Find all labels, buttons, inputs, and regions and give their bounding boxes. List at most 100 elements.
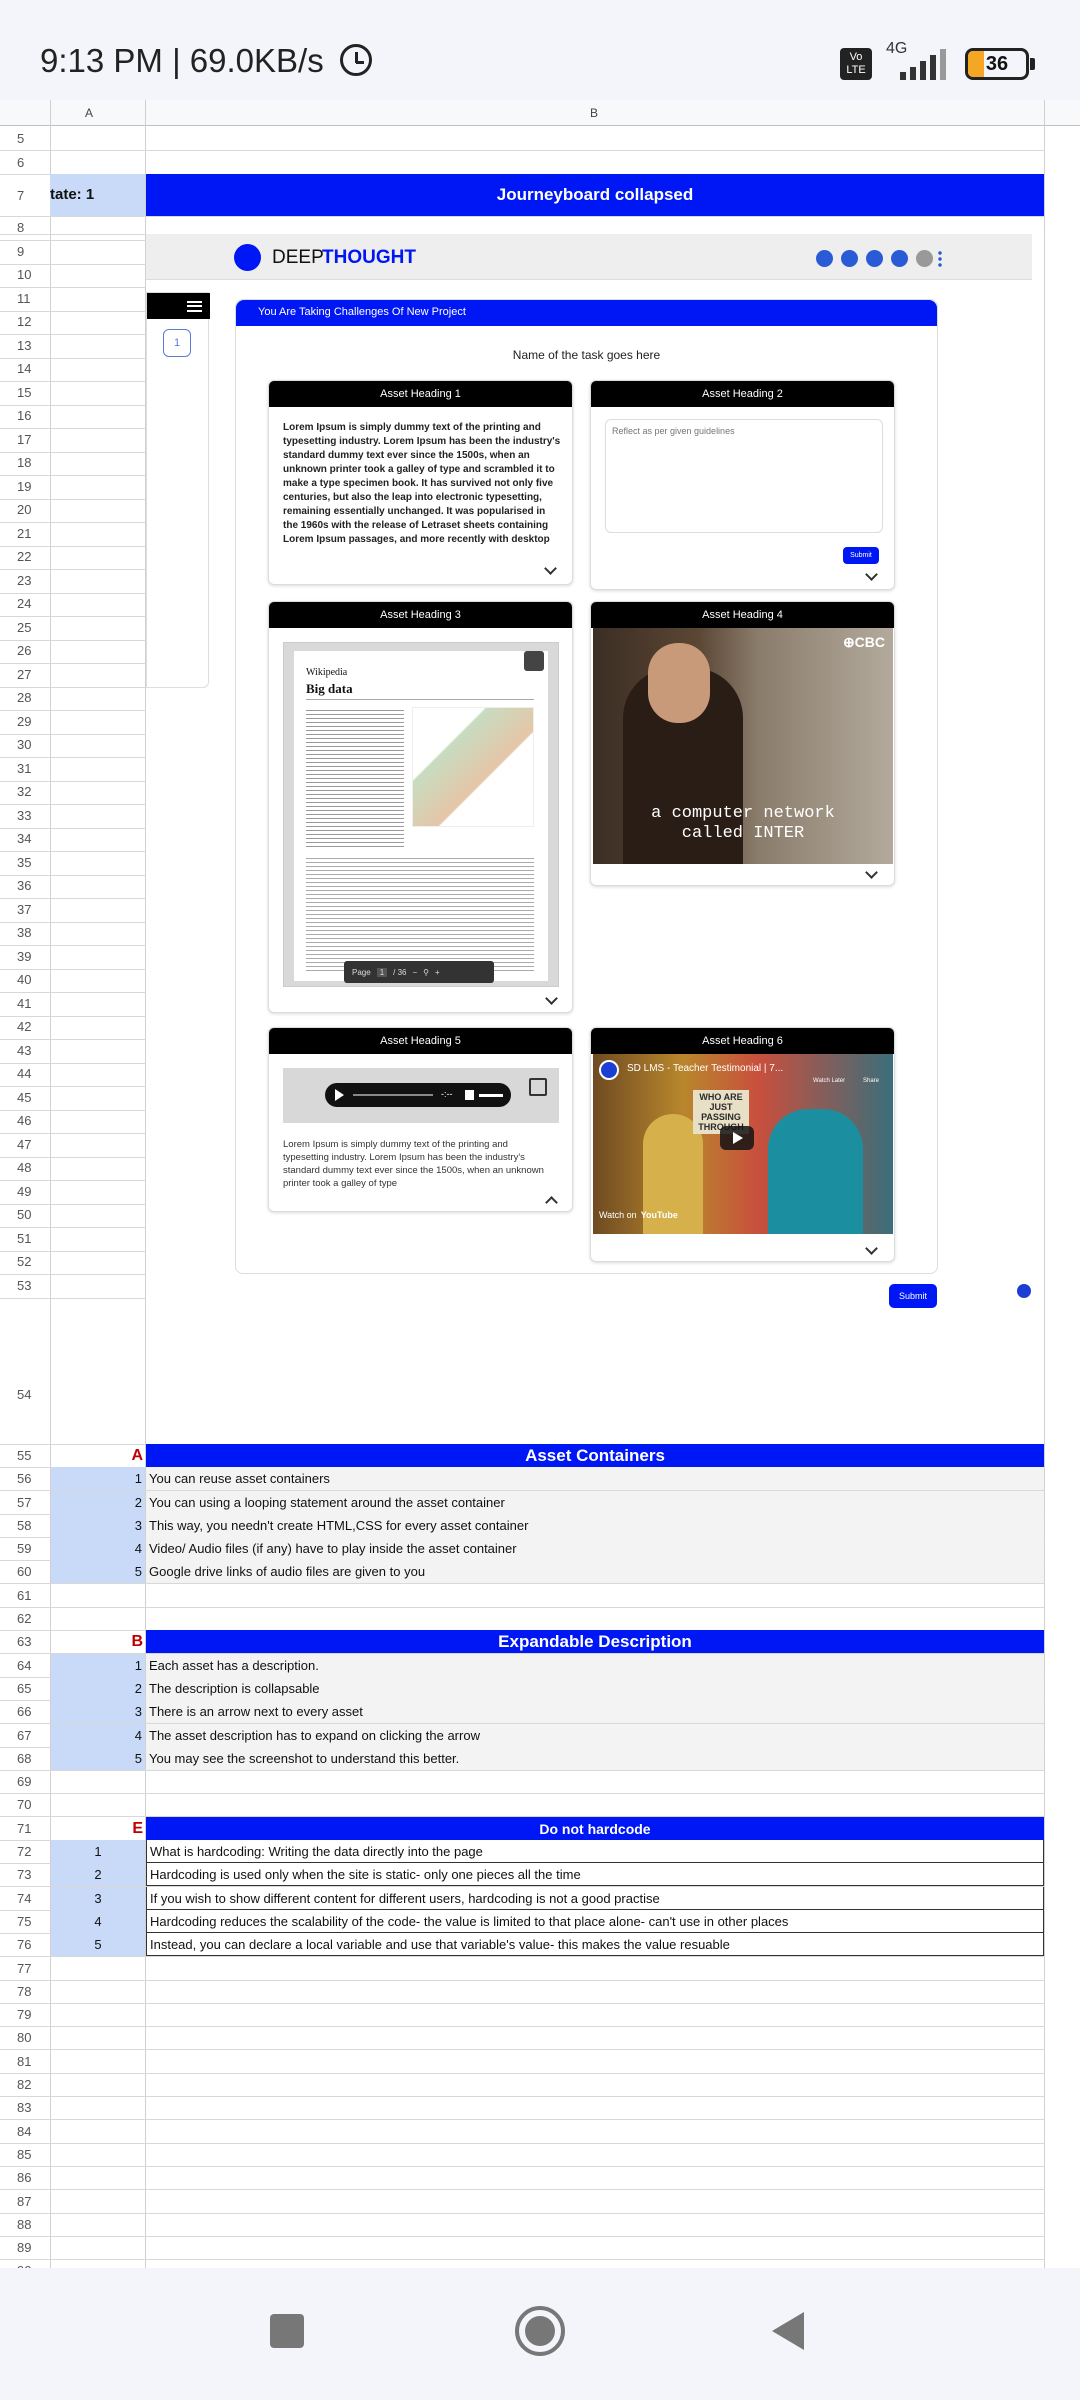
row-number[interactable]: 59	[0, 1537, 50, 1560]
row-number[interactable]: 67	[0, 1724, 50, 1747]
recents-button[interactable]	[270, 2314, 304, 2348]
item-number-cell[interactable]: 4	[51, 1910, 145, 1934]
row-number[interactable]: 5	[0, 126, 50, 150]
watch-on-youtube[interactable]: Watch on YouTube	[599, 1210, 678, 1220]
audio-player[interactable]: -:--	[325, 1083, 511, 1107]
item-number-cell[interactable]: 1	[51, 1840, 145, 1864]
row-number[interactable]: 41	[0, 992, 50, 1016]
pdf-page-number[interactable]: 1	[376, 967, 388, 977]
row-number[interactable]: 79	[0, 2003, 50, 2026]
row-number[interactable]: 18	[0, 451, 50, 475]
row-number[interactable]: 47	[0, 1133, 50, 1157]
row-number[interactable]: 53	[0, 1274, 50, 1298]
row-number[interactable]: 25	[0, 616, 50, 640]
row-number[interactable]: 87	[0, 2190, 50, 2213]
reflection-input[interactable]	[605, 419, 883, 533]
item-text-cell[interactable]: Hardcoding is used only when the site is…	[146, 1863, 1044, 1887]
row-number[interactable]: 60	[0, 1560, 50, 1583]
row-number[interactable]: 64	[0, 1654, 50, 1677]
home-icon[interactable]	[816, 250, 833, 267]
volume-slider[interactable]	[479, 1094, 503, 1097]
open-external-icon[interactable]	[529, 1078, 547, 1096]
item-number-cell[interactable]: 3	[51, 1514, 145, 1538]
avatar[interactable]	[916, 250, 933, 267]
section-header[interactable]: Expandable Description	[146, 1630, 1044, 1654]
back-button[interactable]	[772, 2312, 804, 2350]
row-number[interactable]: 70	[0, 1793, 50, 1816]
row-number[interactable]: 85	[0, 2143, 50, 2166]
row-number[interactable]: 44	[0, 1062, 50, 1086]
row-number[interactable]: 7	[0, 174, 50, 216]
item-number-cell[interactable]: 2	[51, 1863, 145, 1887]
column-header-a[interactable]: A	[85, 106, 93, 120]
row-number[interactable]: 42	[0, 1015, 50, 1039]
section-header[interactable]: Do not hardcode	[146, 1817, 1044, 1841]
row-number[interactable]: 24	[0, 592, 50, 616]
item-text-cell[interactable]: If you wish to show different content fo…	[146, 1887, 1044, 1911]
row-number[interactable]: 63	[0, 1630, 50, 1653]
row-number[interactable]: 36	[0, 874, 50, 898]
row-number[interactable]: 52	[0, 1250, 50, 1274]
row-number[interactable]: 21	[0, 522, 50, 546]
item-text-cell[interactable]: Hardcoding reduces the scalability of th…	[146, 1910, 1044, 1934]
item-text-cell[interactable]: The description is collapsable	[146, 1677, 1044, 1701]
item-text-cell[interactable]: You can using a looping statement around…	[146, 1491, 1044, 1515]
row-number[interactable]: 72	[0, 1840, 50, 1863]
youtube-play-icon[interactable]	[720, 1126, 754, 1150]
row-number[interactable]: 54	[0, 1344, 50, 1444]
row-number[interactable]: 20	[0, 498, 50, 522]
row-number[interactable]: 74	[0, 1887, 50, 1910]
row-number[interactable]: 6	[0, 150, 50, 174]
row-number[interactable]: 62	[0, 1607, 50, 1630]
pdf-viewer[interactable]: Wikipedia Big data Page 1 / 36 − ⚲ +	[283, 642, 559, 987]
expand-chevron-icon-2[interactable]	[865, 568, 878, 581]
zoom-in-icon[interactable]: +	[435, 968, 440, 977]
item-number-cell[interactable]: 4	[51, 1537, 145, 1561]
row-number[interactable]: 45	[0, 1086, 50, 1110]
youtube-video[interactable]: SD LMS - Teacher Testimonial | 7... Watc…	[593, 1054, 893, 1234]
row-number[interactable]: 73	[0, 1863, 50, 1886]
row-number[interactable]: 26	[0, 639, 50, 663]
row-number[interactable]: 76	[0, 1933, 50, 1956]
dashboard-icon[interactable]	[841, 250, 858, 267]
row-number[interactable]: 43	[0, 1039, 50, 1063]
volume-icon[interactable]	[465, 1090, 474, 1100]
zoom-out-icon[interactable]: −	[412, 968, 417, 977]
item-text-cell[interactable]: This way, you needn't create HTML,CSS fo…	[146, 1514, 1044, 1538]
notification-icon[interactable]	[891, 250, 908, 267]
column-header-b[interactable]: B	[590, 106, 598, 120]
item-text-cell[interactable]: You may see the screenshot to understand…	[146, 1747, 1044, 1771]
expand-chevron-icon-4[interactable]	[865, 866, 878, 879]
item-number-cell[interactable]: 2	[51, 1677, 145, 1701]
row-number[interactable]: 65	[0, 1677, 50, 1700]
item-number-cell[interactable]: 5	[51, 1933, 145, 1957]
item-number-cell[interactable]: 3	[51, 1887, 145, 1911]
row-number[interactable]: 68	[0, 1747, 50, 1770]
expand-chevron-icon-6[interactable]	[865, 1242, 878, 1255]
row-number[interactable]: 88	[0, 2213, 50, 2236]
row-number[interactable]: 29	[0, 710, 50, 734]
row-number[interactable]: 78	[0, 1980, 50, 2003]
row-number[interactable]: 51	[0, 1227, 50, 1251]
row-number[interactable]: 57	[0, 1491, 50, 1514]
youtube-title[interactable]: SD LMS - Teacher Testimonial | 7...	[627, 1063, 783, 1074]
row-number[interactable]: 39	[0, 945, 50, 969]
play-icon[interactable]	[335, 1089, 344, 1101]
row-number[interactable]: 17	[0, 428, 50, 452]
back-circle-icon[interactable]	[1017, 1284, 1031, 1298]
item-text-cell[interactable]: There is an arrow next to every asset	[146, 1700, 1044, 1724]
pdf-toolbar[interactable]: Page 1 / 36 − ⚲ +	[344, 961, 494, 983]
row-number[interactable]: 19	[0, 475, 50, 499]
watch-later-label[interactable]: Watch Later	[813, 1078, 845, 1084]
row-number[interactable]: 81	[0, 2050, 50, 2073]
row-number[interactable]: 84	[0, 2120, 50, 2143]
row-number[interactable]: 90	[0, 2259, 50, 2268]
row-number[interactable]: 49	[0, 1180, 50, 1204]
item-text-cell[interactable]: Instead, you can declare a local variabl…	[146, 1933, 1044, 1957]
embedded-screenshot[interactable]: DEEP THOUGHT 1 You Are Taking Challenges…	[146, 234, 1044, 1444]
row-number[interactable]: 11	[0, 287, 50, 311]
row-number[interactable]: 14	[0, 357, 50, 381]
home-button[interactable]	[515, 2306, 565, 2356]
row-number[interactable]: 50	[0, 1203, 50, 1227]
tools-icon[interactable]	[866, 250, 883, 267]
